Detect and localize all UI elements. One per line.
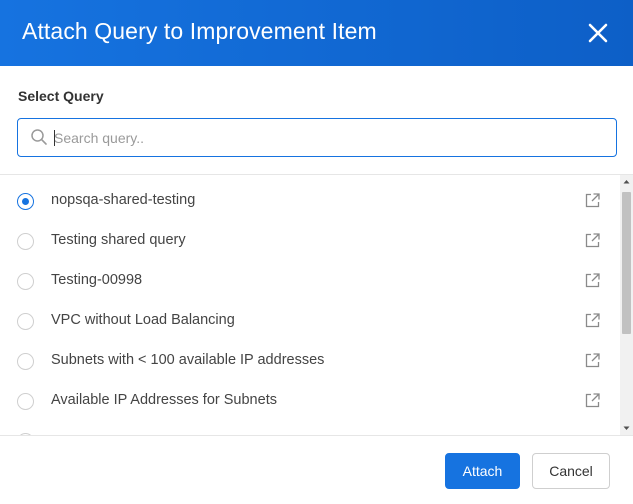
attach-button[interactable]: Attach xyxy=(445,453,520,489)
dialog-header: Attach Query to Improvement Item xyxy=(0,0,633,66)
list-item[interactable] xyxy=(0,421,620,435)
scrollbar-thumb[interactable] xyxy=(622,192,631,334)
query-label: Testing-00998 xyxy=(51,272,143,288)
text-caret xyxy=(54,130,55,146)
cancel-button[interactable]: Cancel xyxy=(532,453,610,489)
list-item[interactable]: Testing shared query xyxy=(0,221,620,261)
query-label: Subnets with < 100 available IP addresse… xyxy=(51,352,325,368)
external-link-icon[interactable] xyxy=(584,272,601,289)
radio-unselected[interactable] xyxy=(17,233,34,250)
query-label: Testing shared query xyxy=(51,232,186,248)
scroll-down-arrow-icon[interactable] xyxy=(620,421,633,435)
external-link-icon[interactable] xyxy=(584,352,601,369)
external-link-icon[interactable] xyxy=(584,392,601,409)
search-input[interactable] xyxy=(54,125,604,150)
query-label: Available IP Addresses for Subnets xyxy=(51,392,277,408)
scroll-up-arrow-icon[interactable] xyxy=(620,175,633,189)
radio-unselected[interactable] xyxy=(17,273,34,290)
select-query-label: Select Query xyxy=(18,88,104,104)
query-label: VPC without Load Balancing xyxy=(51,312,235,328)
radio-unselected[interactable] xyxy=(17,353,34,370)
list-item[interactable]: VPC without Load Balancing xyxy=(0,301,620,341)
list-scrollbar[interactable] xyxy=(620,175,633,435)
radio-selected[interactable] xyxy=(17,193,34,210)
query-list: nopsqa-shared-testing Testing shared que… xyxy=(0,175,620,435)
external-link-icon[interactable] xyxy=(584,312,601,329)
list-item[interactable]: Testing-00998 xyxy=(0,261,620,301)
radio-unselected[interactable] xyxy=(17,313,34,330)
external-link-icon[interactable] xyxy=(584,232,601,249)
list-item[interactable]: Available IP Addresses for Subnets xyxy=(0,381,620,421)
radio-unselected[interactable] xyxy=(17,393,34,410)
dialog-title: Attach Query to Improvement Item xyxy=(22,18,377,44)
list-item[interactable]: nopsqa-shared-testing xyxy=(0,181,620,221)
list-item[interactable]: Subnets with < 100 available IP addresse… xyxy=(0,341,620,381)
close-icon[interactable] xyxy=(586,21,610,45)
external-link-icon[interactable] xyxy=(584,192,601,209)
footer-divider xyxy=(0,435,633,436)
query-label: nopsqa-shared-testing xyxy=(51,192,196,208)
search-icon xyxy=(30,128,48,146)
search-box[interactable] xyxy=(17,118,617,157)
